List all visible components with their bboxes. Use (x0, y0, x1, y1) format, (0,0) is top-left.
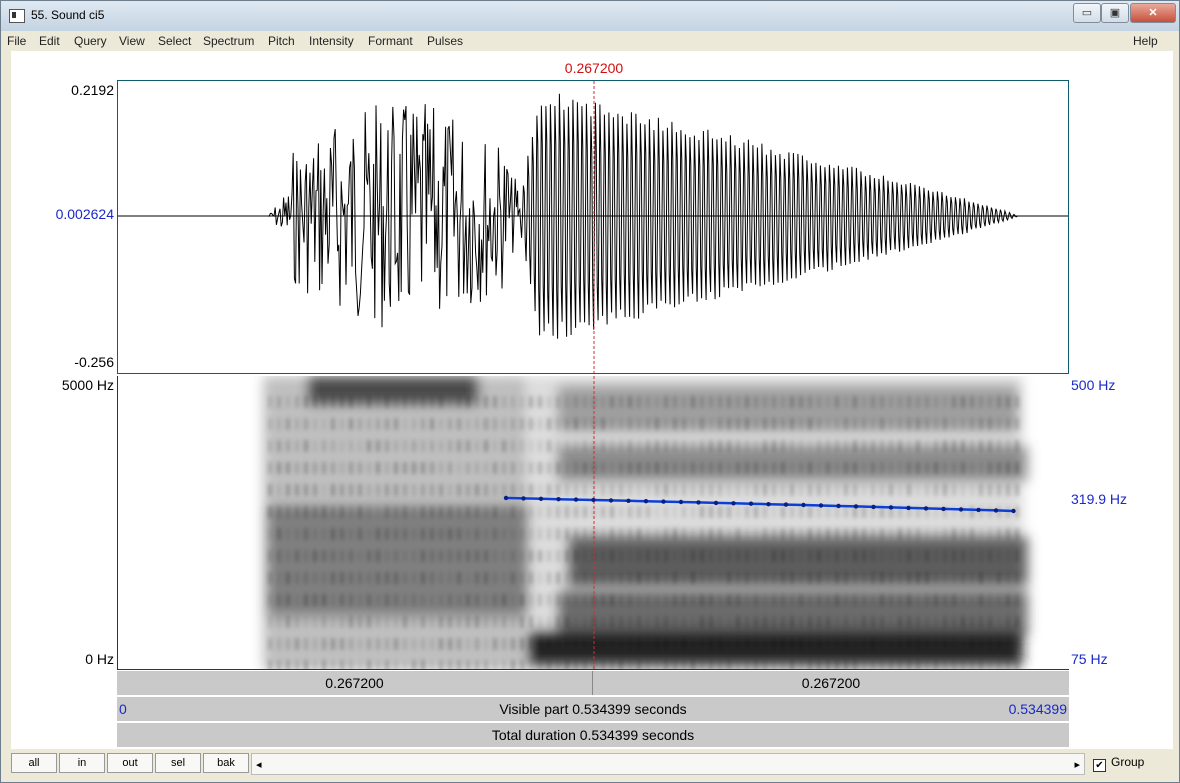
horizontal-scrollbar[interactable]: ◂ ▸ (251, 753, 1085, 775)
spectrogram-freq-min: 0 Hz (85, 651, 114, 667)
group-checkbox[interactable]: ✔ Group (1093, 755, 1144, 772)
menu-formant[interactable]: Formant (368, 34, 413, 48)
menu-query[interactable]: Query (74, 34, 107, 48)
group-label: Group (1111, 755, 1145, 769)
editor-view: 0.267200 0.2192 0.002624 -0.256 5000 Hz … (11, 51, 1173, 749)
menu-help[interactable]: Help (1133, 34, 1158, 48)
waveform-plot (118, 81, 1068, 373)
waveform-y-max: 0.2192 (71, 82, 114, 98)
spectrogram-panel[interactable] (117, 376, 1069, 670)
zoom-all-button[interactable]: all (11, 753, 57, 773)
zoom-back-button[interactable]: bak (203, 753, 249, 773)
total-duration-label: Total duration 0.534399 seconds (491, 727, 695, 743)
pitch-axis-min: 75 Hz (1071, 651, 1108, 667)
window-title: 55. Sound ci5 (31, 8, 105, 22)
scroll-right-icon[interactable]: ▸ (1074, 758, 1080, 771)
menu-view[interactable]: View (119, 34, 145, 48)
cursor-time-label: 0.267200 (564, 60, 624, 76)
app-icon (9, 9, 25, 23)
checkbox-check-icon[interactable]: ✔ (1093, 759, 1106, 772)
scroll-left-icon[interactable]: ◂ (256, 758, 262, 771)
menu-file[interactable]: File (7, 34, 26, 48)
zoom-out-button[interactable]: out (107, 753, 153, 773)
total-duration-bar[interactable]: Total duration 0.534399 seconds (117, 722, 1069, 747)
menu-edit[interactable]: Edit (39, 34, 60, 48)
waveform-panel[interactable] (117, 80, 1069, 374)
menu-bar: File Edit Query View Select Spectrum Pit… (1, 31, 1179, 51)
menu-intensity[interactable]: Intensity (309, 34, 354, 48)
menu-pulses[interactable]: Pulses (427, 34, 463, 48)
spectrogram-plot (263, 376, 1028, 669)
interval-bar[interactable]: 0.267200 0.267200 (117, 670, 1069, 695)
title-bar: 55. Sound ci5 ▭ ▣ ✕ (1, 1, 1179, 31)
pitch-axis-value: 319.9 Hz (1071, 491, 1128, 507)
zoom-selection-button[interactable]: sel (155, 753, 201, 773)
left-interval-label[interactable]: 0.267200 (117, 675, 592, 691)
menu-select[interactable]: Select (158, 34, 191, 48)
spectrogram-freq-max: 5000 Hz (61, 377, 114, 393)
right-interval-label[interactable]: 0.267200 (593, 675, 1069, 691)
pitch-axis-max: 500 Hz (1071, 377, 1116, 393)
maximize-button[interactable]: ▣ (1101, 3, 1129, 23)
visible-part-bar[interactable]: 0 Visible part 0.534399 seconds 0.534399 (117, 696, 1069, 721)
bottom-toolbar: all in out sel bak ◂ ▸ ✔ Group (1, 749, 1179, 782)
minimize-button[interactable]: ▭ (1073, 3, 1101, 23)
close-button[interactable]: ✕ (1130, 3, 1176, 23)
visible-part-label: Visible part 0.534399 seconds (499, 701, 687, 717)
waveform-y-cursor: 0.002624 (55, 206, 114, 222)
zoom-in-button[interactable]: in (59, 753, 105, 773)
waveform-y-min: -0.256 (74, 354, 114, 370)
sound-editor-window: 55. Sound ci5 ▭ ▣ ✕ File Edit Query View… (0, 0, 1180, 783)
menu-spectrum[interactable]: Spectrum (203, 34, 254, 48)
menu-pitch[interactable]: Pitch (268, 34, 295, 48)
visible-end: 0.534399 (1008, 701, 1067, 717)
